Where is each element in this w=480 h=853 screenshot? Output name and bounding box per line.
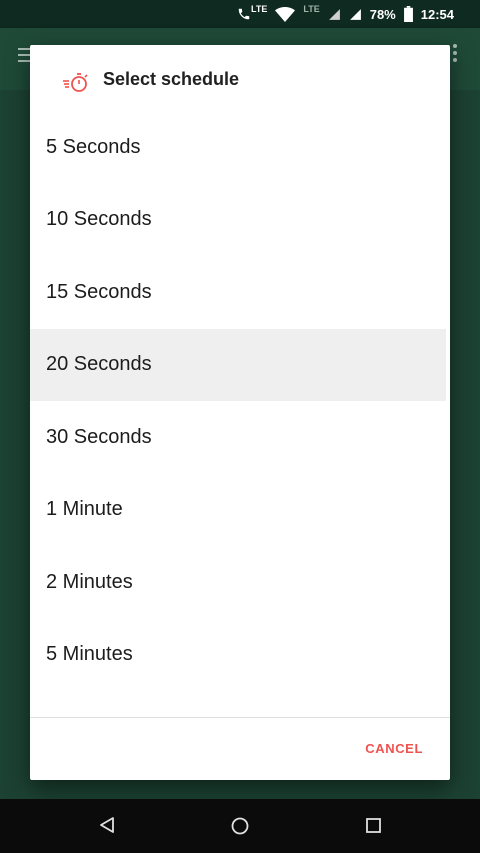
dialog-divider [30, 717, 450, 718]
recents-icon[interactable] [366, 818, 381, 838]
home-icon[interactable] [231, 817, 249, 840]
dialog-title: Select schedule [103, 69, 240, 89]
cancel-button[interactable]: CANCEL [365, 741, 423, 756]
network-type-label-2: LTE [303, 4, 320, 14]
status-icons: LTE LTE 78% 12:54 [237, 0, 454, 28]
schedule-option[interactable]: 2 Minutes [30, 546, 446, 619]
signal-icon [328, 8, 341, 21]
schedule-option[interactable]: 15 Seconds [30, 256, 446, 329]
phone-lte-icon: LTE [237, 4, 268, 21]
clock: 12:54 [420, 6, 454, 22]
battery-icon [403, 6, 413, 22]
schedule-option[interactable]: 1 Minute [30, 474, 446, 547]
schedule-option[interactable]: 5 Seconds [30, 111, 446, 184]
schedule-option-selected[interactable]: 20 Seconds [30, 328, 446, 401]
schedule-option[interactable]: 5 Minutes [30, 619, 446, 692]
battery-percent: 78% [369, 6, 396, 22]
timer-icon [62, 71, 90, 93]
schedule-option[interactable]: 10 Seconds [30, 184, 446, 257]
dialog-header: Select schedule [30, 45, 450, 117]
network-type-label: LTE [251, 4, 268, 14]
select-schedule-dialog: Select schedule 5 Seconds 10 Seconds 15 … [30, 45, 450, 780]
schedule-option[interactable]: 30 Seconds [30, 401, 446, 474]
back-icon[interactable] [98, 816, 116, 839]
wifi-icon [275, 6, 296, 22]
status-bar: LTE LTE 78% 12:54 [0, 0, 480, 28]
schedule-option-list: 5 Seconds 10 Seconds 15 Seconds 20 Secon… [30, 111, 446, 691]
navigation-bar [0, 799, 480, 853]
signal-icon [349, 8, 362, 21]
more-options-icon[interactable] [452, 44, 458, 66]
